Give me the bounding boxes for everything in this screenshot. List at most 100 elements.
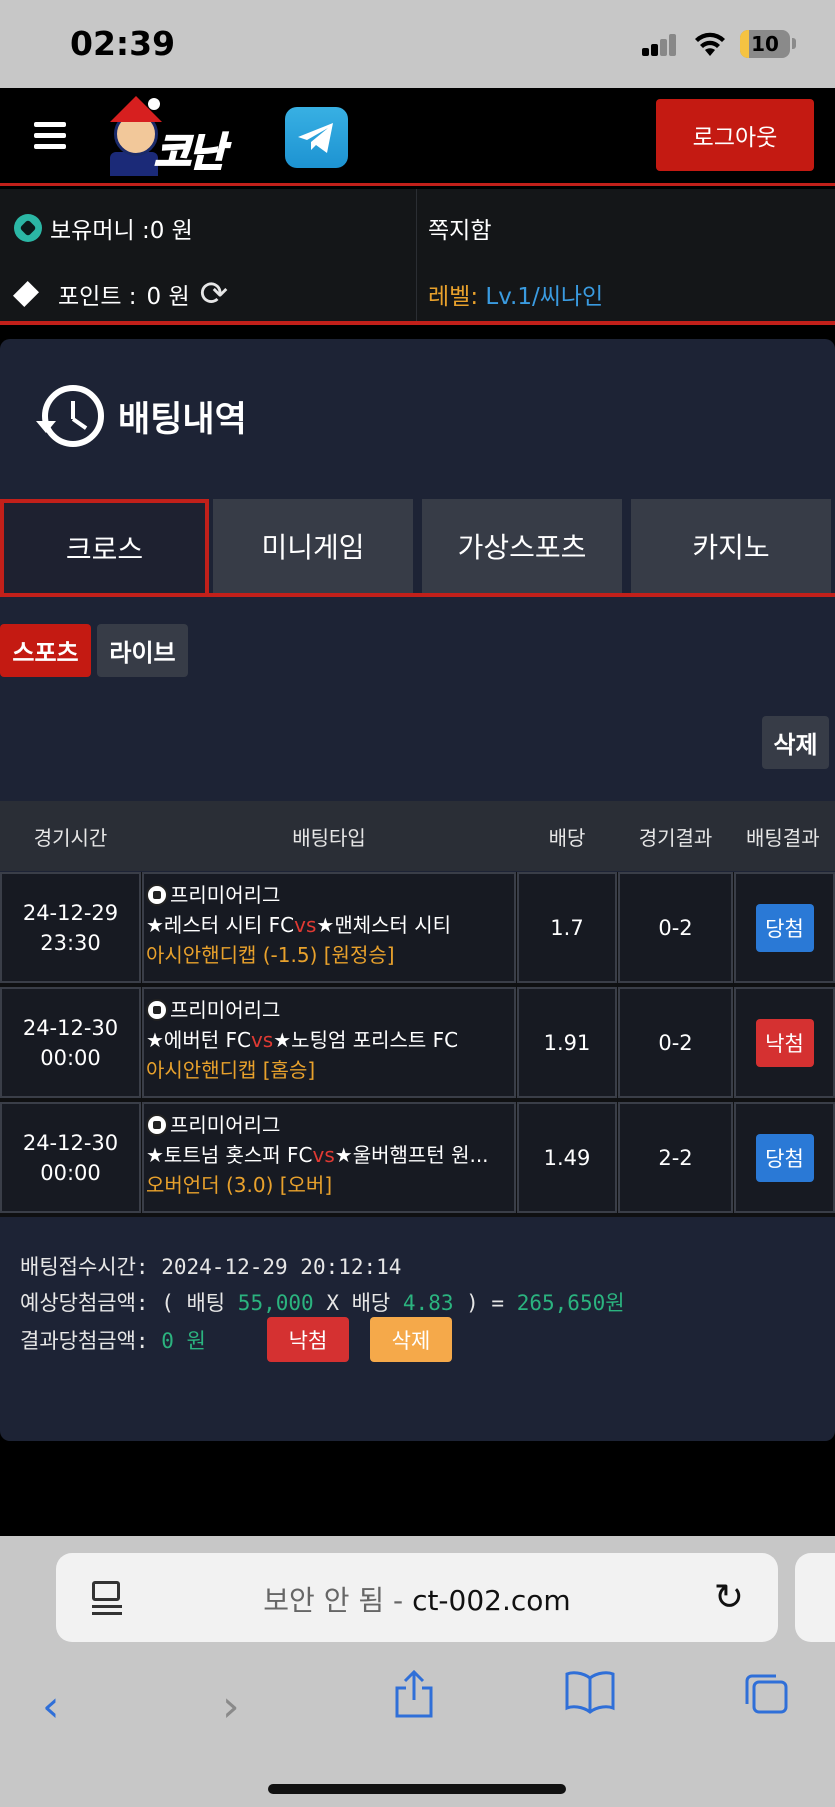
delete-all-button[interactable]: 삭제: [762, 716, 829, 769]
table-row: 24-12-29 23:30 프리미어리그 ★레스터 시티 FCvs★맨체스터 …: [0, 872, 835, 987]
tab-casino[interactable]: 카지노: [631, 499, 831, 593]
bet-result: 낙첨: [734, 987, 835, 1098]
expected-label: 예상당첨금액: ( 배팅: [20, 1291, 226, 1315]
bet-amount: 55,000: [237, 1291, 314, 1315]
equals-label: ) =: [466, 1291, 505, 1315]
refresh-icon[interactable]: ⟳: [200, 277, 229, 311]
match-time: 24-12-30 00:00: [0, 1102, 141, 1213]
balance-label: 보유머니 :0 원: [50, 218, 193, 244]
matchup: ★에버턴 FCvs★노팅엄 포리스트 FC: [146, 1025, 514, 1055]
battery-level: 10: [751, 32, 779, 56]
league-name: 프리미어리그: [170, 1113, 281, 1137]
match-score: 0-2: [618, 872, 733, 983]
tabs-icon[interactable]: [742, 1670, 790, 1716]
browser-toolbar: 보안 안 됨 - ct-002.com ↻ ‹ ›: [0, 1536, 835, 1807]
soccer-ball-icon: [146, 1114, 168, 1136]
result-label: 결과당첨금액:: [20, 1329, 149, 1353]
match-time: 24-12-30 00:00: [0, 987, 141, 1098]
delete-bet-button[interactable]: 삭제: [370, 1317, 452, 1362]
matchup: ★토트넘 홋스퍼 FCvs★울버햄프턴 원...: [146, 1140, 514, 1170]
result-badge: 낙첨: [755, 1018, 814, 1067]
balance: 보유머니 :0 원: [14, 211, 193, 245]
away-team: ★맨체스터 시티: [316, 913, 452, 937]
logout-button[interactable]: 로그아웃: [656, 99, 814, 171]
match-score: 0-2: [618, 987, 733, 1098]
result-value: 0 원: [161, 1329, 206, 1353]
x-odds-label: X 배당: [326, 1291, 391, 1315]
forward-icon[interactable]: ›: [222, 1681, 240, 1732]
share-icon[interactable]: [392, 1668, 436, 1720]
expected-value: 265,650원: [516, 1291, 625, 1315]
security-warning: 보안 안 됨 -: [263, 1584, 404, 1617]
bet-received-time: 배팅접수시간: 2024-12-29 20:12:14: [20, 1251, 401, 1281]
soccer-ball-icon: [146, 884, 168, 906]
table-row: 24-12-30 00:00 프리미어리그 ★에버턴 FCvs★노팅엄 포리스트…: [0, 987, 835, 1102]
table-row: 24-12-30 00:00 프리미어리그 ★토트넘 홋스퍼 FCvs★울버햄프…: [0, 1102, 835, 1217]
points-value: 0 원: [146, 284, 190, 310]
account-info-bar: 보유머니 :0 원 쪽지함 포인트 : 0 원 ⟳ 레벨: Lv.1/씨나인: [0, 189, 835, 325]
home-team: ★에버턴 FC: [146, 1028, 251, 1052]
domain: ct-002.com: [412, 1584, 571, 1617]
match-date: 24-12-30: [22, 1131, 119, 1155]
matchup: ★레스터 시티 FCvs★맨체스터 시티: [146, 910, 514, 940]
home-team: ★토트넘 홋스퍼 FC: [146, 1143, 313, 1167]
league: 프리미어리그: [146, 995, 514, 1025]
betting-history-panel: 배팅내역 크로스 미니게임 가상스포츠 카지노 스포츠 라이브 삭제 경기시간 …: [0, 339, 835, 1441]
vs-label: vs: [312, 1143, 335, 1167]
league: 프리미어리그: [146, 880, 514, 910]
col-odds: 배당: [548, 825, 586, 850]
menu-icon[interactable]: [34, 122, 66, 150]
status-bar: 02:39 10: [0, 0, 835, 88]
soccer-ball-icon: [14, 214, 42, 242]
vs-label: vs: [250, 1028, 274, 1052]
result-badge: 당첨: [755, 903, 814, 952]
next-tab-preview[interactable]: [795, 1553, 835, 1642]
received-label: 배팅접수시간:: [20, 1255, 149, 1279]
home-team: ★레스터 시티 FC: [146, 913, 295, 937]
tab-cross[interactable]: 크로스: [0, 499, 209, 593]
odds-value: 1.91: [517, 987, 617, 1098]
points: 포인트 : 0 원 ⟳: [12, 277, 229, 311]
bookmarks-icon[interactable]: [564, 1670, 616, 1714]
level-value: Lv.1/씨나인: [485, 284, 604, 310]
history-clock-icon: [36, 385, 104, 447]
address-bar[interactable]: 보안 안 됨 - ct-002.com ↻: [56, 1553, 778, 1642]
status-time: 02:39: [70, 24, 176, 63]
bet-details: 프리미어리그 ★에버턴 FCvs★노팅엄 포리스트 FC 아시안핸디캡 [홈승]: [142, 987, 516, 1098]
result-winnings: 결과당첨금액: 0 원: [20, 1325, 206, 1355]
url-text: 보안 안 됨 - ct-002.com: [56, 1579, 778, 1619]
points-label: 포인트 :: [58, 284, 137, 310]
match-hour: 00:00: [40, 1046, 101, 1070]
bet-details: 프리미어리그 ★레스터 시티 FCvs★맨체스터 시티 아시안핸디캡 (-1.5…: [142, 872, 516, 983]
match-score: 2-2: [618, 1102, 733, 1213]
col-match-result: 경기결과: [638, 825, 713, 850]
col-match-time: 경기시간: [33, 825, 108, 850]
league-name: 프리미어리그: [170, 883, 281, 907]
back-icon[interactable]: ‹: [42, 1681, 60, 1732]
home-indicator: [268, 1784, 566, 1794]
page-heading: 배팅내역: [36, 385, 247, 447]
match-hour: 23:30: [40, 931, 101, 955]
vs-label: vs: [294, 913, 317, 937]
user-level: 레벨: Lv.1/씨나인: [428, 277, 603, 311]
bet-selection: 아시안핸디캡 [홈승]: [146, 1058, 316, 1082]
messages-link[interactable]: 쪽지함: [428, 211, 491, 245]
table-header: 경기시간 배팅타입 배당 경기결과 배팅결과: [0, 801, 835, 871]
match-date: 24-12-29: [22, 901, 119, 925]
tab-minigame[interactable]: 미니게임: [213, 499, 413, 593]
site-header: 코난 로그아웃: [0, 88, 835, 186]
telegram-icon[interactable]: [285, 107, 348, 168]
game-tabs: 크로스 미니게임 가상스포츠 카지노: [0, 499, 835, 597]
tab-virtual-sports[interactable]: 가상스포츠: [422, 499, 622, 593]
lose-status-button[interactable]: 낙첨: [267, 1317, 349, 1362]
soccer-ball-icon: [146, 999, 168, 1021]
match-time: 24-12-29 23:30: [0, 872, 141, 983]
cellular-signal-icon: [642, 34, 678, 56]
reload-icon[interactable]: ↻: [714, 1577, 744, 1618]
subtab-sports[interactable]: 스포츠: [0, 624, 91, 677]
subtab-live[interactable]: 라이브: [97, 624, 188, 677]
site-logo[interactable]: 코난: [104, 96, 262, 178]
league: 프리미어리그: [146, 1110, 514, 1140]
battery-nub: [792, 38, 796, 49]
result-badge: 당첨: [755, 1133, 814, 1182]
